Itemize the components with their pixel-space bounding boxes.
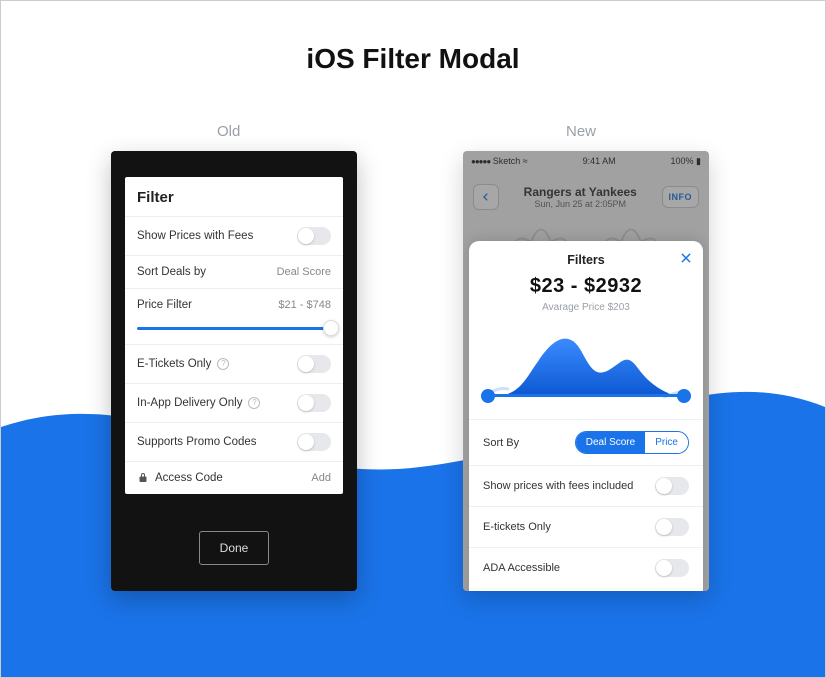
price-histogram-slider[interactable] [481, 321, 691, 411]
label-inapp: In-App Delivery Only [137, 397, 242, 409]
page-title: iOS Filter Modal [1, 43, 825, 75]
price-slider-old[interactable] [125, 327, 343, 345]
label-show-fees: Show Prices with Fees [137, 230, 253, 242]
toggle-fees-new[interactable] [655, 477, 689, 495]
range-handle-min[interactable] [481, 389, 495, 403]
filter-title-old: Filter [125, 177, 343, 217]
sheet-fade-overlay [469, 575, 703, 591]
row-etickets-old: E-Tickets Only ? [125, 345, 343, 384]
range-handle-max[interactable] [677, 389, 691, 403]
toggle-etickets-new[interactable] [655, 518, 689, 536]
row-price-filter-old: Price Filter $21 - $748 [125, 289, 343, 321]
average-price-label: Avarage Price $203 [469, 302, 703, 313]
toggle-inapp[interactable] [297, 394, 331, 412]
label-etickets-new: E-tickets Only [483, 521, 551, 533]
row-show-fees-old: Show Prices with Fees [125, 217, 343, 256]
row-sort-old[interactable]: Sort Deals by Deal Score [125, 256, 343, 289]
value-price-filter: $21 - $748 [278, 299, 331, 311]
label-sort-by: Sort Deals by [137, 266, 206, 278]
segment-price[interactable]: Price [645, 432, 688, 453]
row-inapp-old: In-App Delivery Only ? [125, 384, 343, 423]
phone-old: Filter Show Prices with Fees Sort Deals … [111, 151, 357, 591]
label-etickets: E-Tickets Only [137, 358, 211, 370]
price-range-display: $23 - $2932 [469, 275, 703, 298]
label-promo: Supports Promo Codes [137, 436, 257, 448]
row-fees-new: Show prices with fees included [469, 465, 703, 506]
toggle-etickets[interactable] [297, 355, 331, 373]
help-icon[interactable]: ? [217, 358, 229, 370]
label-fees-new: Show prices with fees included [483, 480, 633, 492]
sheet-title: Filters [567, 253, 605, 267]
help-icon[interactable]: ? [248, 397, 260, 409]
row-promo-old: Supports Promo Codes [125, 423, 343, 462]
phone-new: ●●●●● Sketch ≈ 9:41 AM 100% ▮ Rangers at… [463, 151, 709, 591]
column-label-new: New [566, 123, 596, 140]
sort-segmented-control[interactable]: Deal Score Price [575, 431, 689, 454]
filter-sheet-new: Filters $23 - $2932 Avarage Price $203 [469, 241, 703, 591]
label-price-filter: Price Filter [137, 299, 192, 311]
row-etickets-new: E-tickets Only [469, 506, 703, 547]
value-sort-by: Deal Score [277, 266, 331, 278]
done-button[interactable]: Done [199, 531, 270, 565]
close-icon [679, 251, 693, 265]
slider-handle-icon[interactable] [323, 320, 339, 336]
toggle-promo[interactable] [297, 433, 331, 451]
filter-panel-old: Filter Show Prices with Fees Sort Deals … [125, 177, 343, 494]
row-sort-new: Sort By Deal Score Price [469, 419, 703, 465]
label-sort-by-new: Sort By [483, 437, 519, 449]
label-access-code: Access Code [155, 472, 223, 484]
segment-deal-score[interactable]: Deal Score [576, 432, 645, 453]
row-access-code-old[interactable]: Access Code Add [125, 462, 343, 494]
add-access-code-link[interactable]: Add [311, 472, 331, 484]
column-label-old: Old [217, 123, 240, 140]
lock-icon [137, 472, 149, 484]
toggle-show-fees[interactable] [297, 227, 331, 245]
label-ada-new: ADA Accessible [483, 562, 560, 574]
close-button[interactable] [679, 251, 693, 269]
